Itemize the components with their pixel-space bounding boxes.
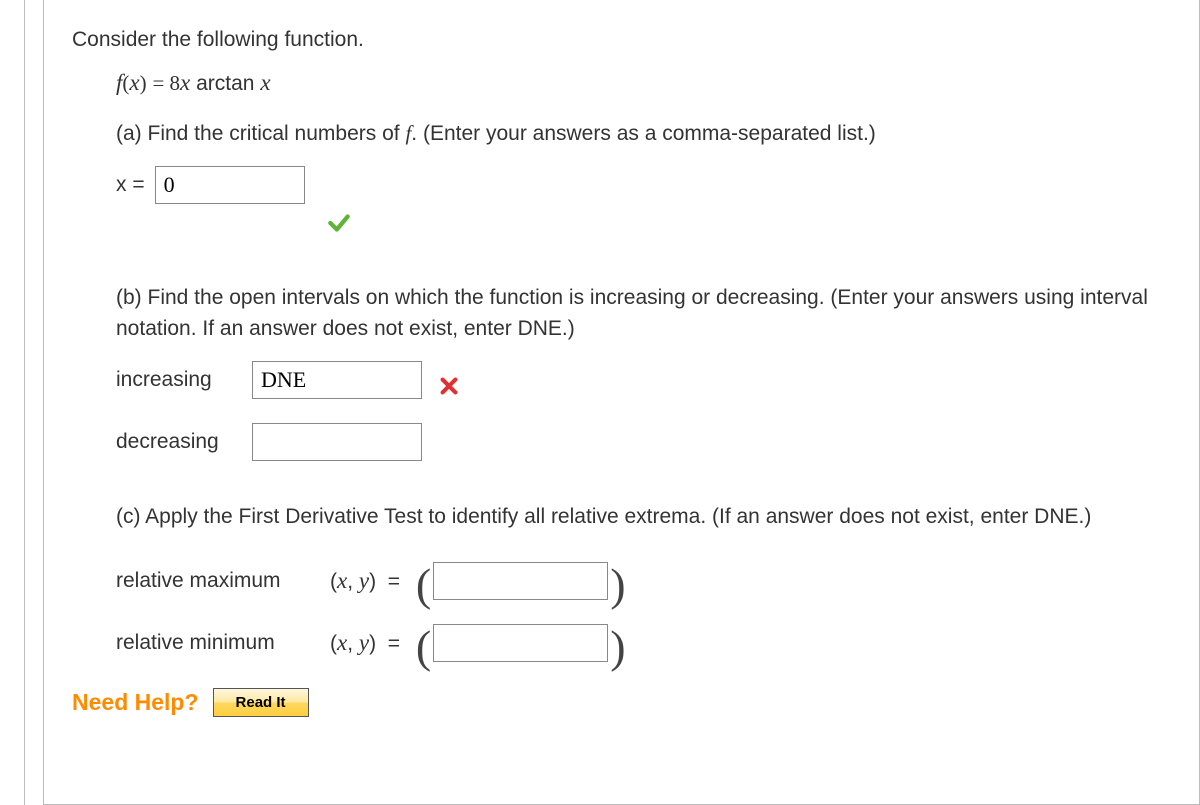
increasing-input[interactable]	[252, 361, 422, 399]
part-a-text: (a) Find the critical numbers of f. (Ent…	[116, 118, 1199, 150]
relmax-input[interactable]	[433, 562, 608, 600]
relmin-label: relative minimum	[116, 631, 306, 655]
need-help-label: Need Help?	[72, 689, 199, 716]
function-definition: f(x) = 8x arctan x	[116, 70, 1199, 96]
decreasing-input[interactable]	[252, 423, 422, 461]
part-c-text: (c) Apply the First Derivative Test to i…	[116, 501, 1199, 533]
xy-label-min: (x, y) =	[330, 630, 406, 656]
part-b-text: (b) Find the open intervals on which the…	[116, 282, 1199, 345]
part-a-label: x =	[116, 173, 145, 197]
part-a-input[interactable]	[155, 166, 305, 204]
relmin-input[interactable]	[433, 624, 608, 662]
question-container: Consider the following function. f(x) = …	[43, 0, 1200, 805]
x-icon	[438, 375, 460, 403]
prompt-text: Consider the following function.	[72, 28, 1199, 52]
read-it-button[interactable]: Read It	[213, 688, 309, 717]
decreasing-label: decreasing	[116, 430, 226, 454]
xy-label-max: (x, y) =	[330, 568, 406, 594]
increasing-label: increasing	[116, 368, 226, 392]
check-icon	[326, 210, 352, 242]
relmax-label: relative maximum	[116, 569, 306, 593]
